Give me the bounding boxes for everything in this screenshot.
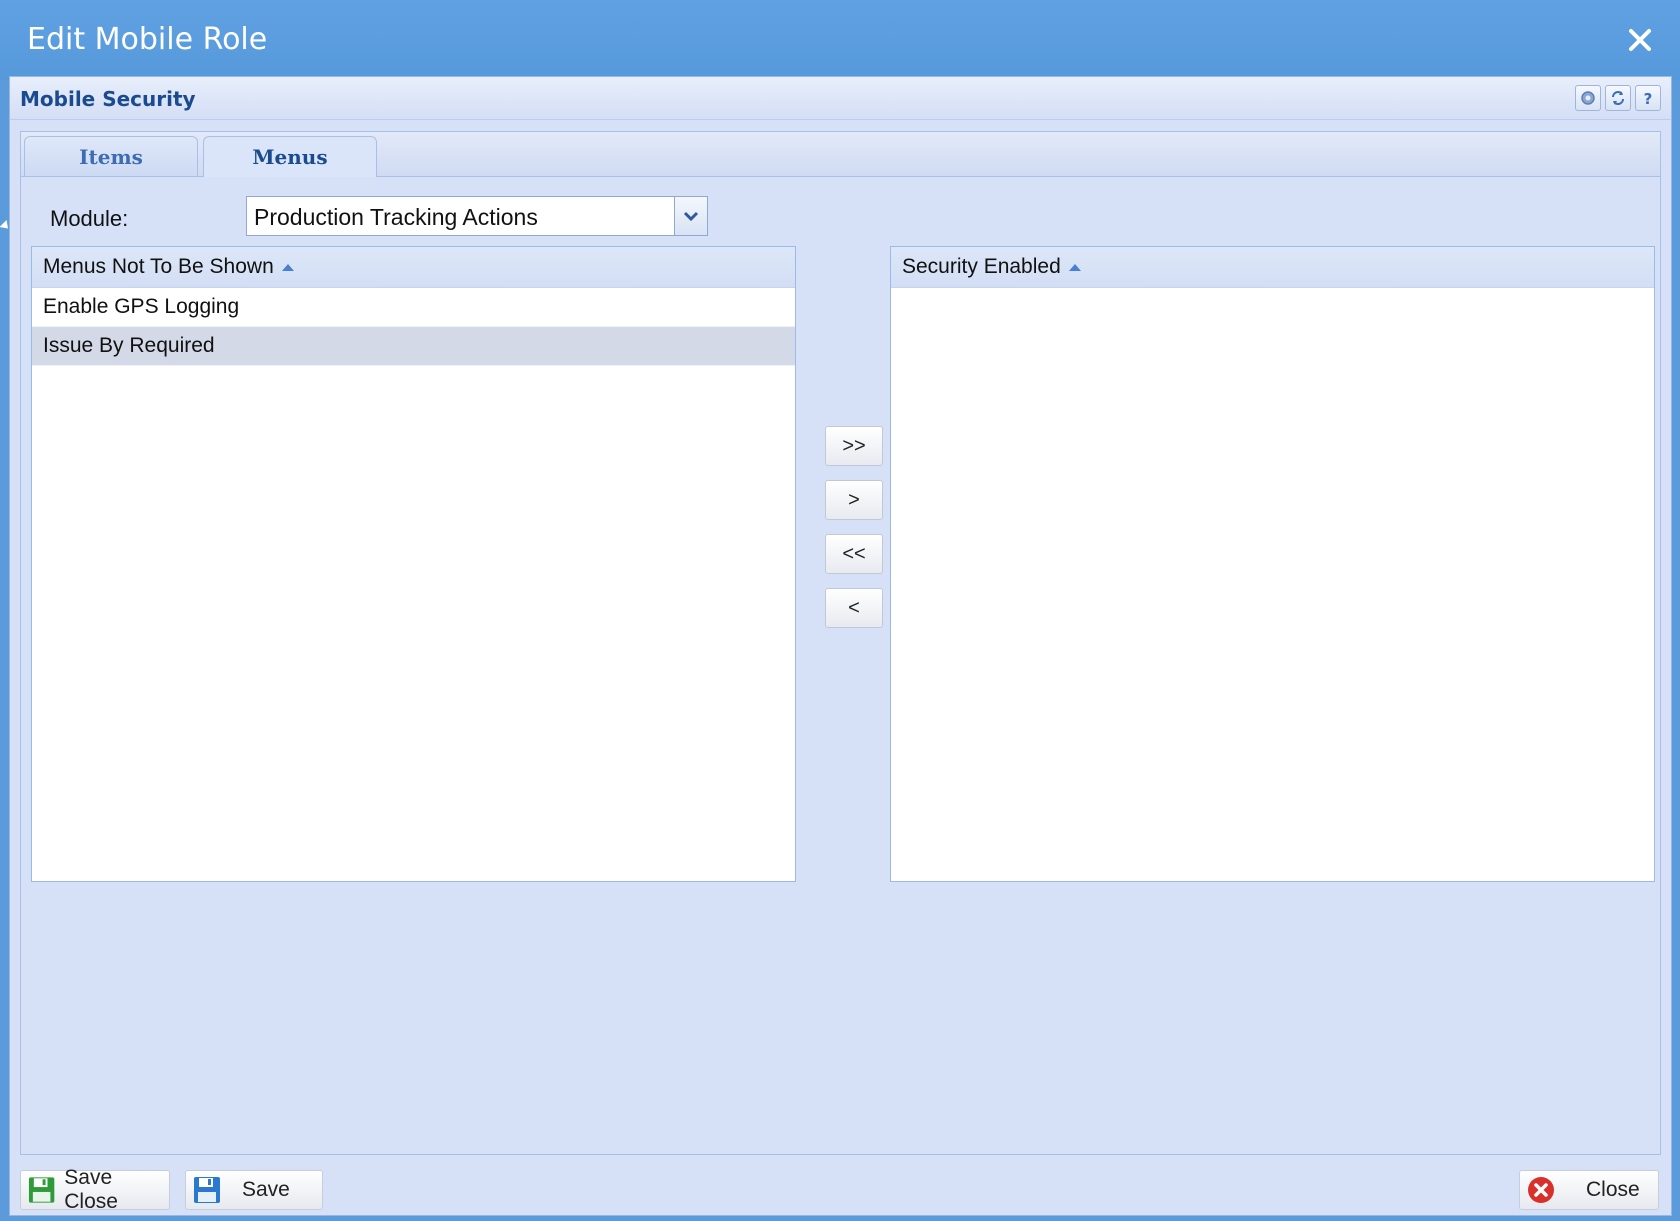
- floppy-disk-icon: [28, 1177, 55, 1203]
- module-select[interactable]: Production Tracking Actions: [246, 196, 708, 236]
- tab-items[interactable]: Items: [24, 136, 198, 176]
- window-title: Edit Mobile Role: [27, 22, 268, 57]
- dialog-frame: Mobile Security ? Items Menus Module: Pr…: [9, 76, 1672, 1216]
- move-all-left-button[interactable]: <<: [825, 534, 883, 574]
- chevron-down-icon: [683, 211, 699, 222]
- close-label: Close: [1586, 1178, 1640, 1201]
- svg-text:?: ?: [1644, 90, 1653, 107]
- security-enabled-header-label: Security Enabled: [902, 255, 1061, 278]
- panel-title: Mobile Security: [20, 87, 196, 111]
- close-icon[interactable]: [1624, 24, 1656, 56]
- module-label: Module:: [50, 206, 129, 231]
- menus-not-shown-grid[interactable]: Menus Not To Be Shown Enable GPS Logging…: [31, 246, 796, 882]
- menus-not-shown-header-label: Menus Not To Be Shown: [43, 255, 274, 278]
- help-button[interactable]: ?: [1635, 85, 1661, 111]
- window-titlebar: Edit Mobile Role: [0, 0, 1680, 80]
- module-select-value: Production Tracking Actions: [254, 204, 538, 230]
- list-item[interactable]: Issue By Required: [32, 327, 795, 366]
- security-enabled-header[interactable]: Security Enabled: [891, 247, 1654, 288]
- help-icon: ?: [1644, 90, 1653, 107]
- move-all-right-button[interactable]: >>: [825, 426, 883, 466]
- move-left-button[interactable]: <: [825, 588, 883, 628]
- gear-button[interactable]: [1575, 85, 1601, 111]
- tab-strip: Items Menus: [21, 132, 1660, 177]
- sort-ascending-icon: [281, 263, 294, 271]
- refresh-button[interactable]: [1605, 85, 1631, 111]
- list-item[interactable]: Enable GPS Logging: [32, 288, 795, 327]
- sort-ascending-icon: [1068, 263, 1081, 271]
- save-close-button[interactable]: Save Close: [20, 1166, 170, 1213]
- module-dropdown-trigger[interactable]: [674, 197, 707, 235]
- close-button[interactable]: Close: [1519, 1170, 1659, 1210]
- move-right-button[interactable]: >: [825, 480, 883, 520]
- refresh-icon: [1612, 91, 1624, 105]
- save-button[interactable]: Save: [185, 1170, 323, 1210]
- dialog-footer: Save Close Save Close: [10, 1162, 1671, 1215]
- gear-icon: [1581, 91, 1595, 105]
- list-item-label: Issue By Required: [43, 334, 215, 357]
- menus-not-shown-header[interactable]: Menus Not To Be Shown: [32, 247, 795, 288]
- floppy-disk-icon: [194, 1177, 220, 1203]
- save-close-label: Save Close: [64, 1166, 118, 1213]
- panel-header: Mobile Security ?: [10, 77, 1671, 120]
- list-item-label: Enable GPS Logging: [43, 295, 240, 318]
- security-enabled-grid[interactable]: Security Enabled: [890, 246, 1655, 882]
- save-label: Save: [242, 1178, 290, 1201]
- tab-panel: Items Menus Module: Production Tracking …: [20, 131, 1661, 1155]
- tab-menus[interactable]: Menus: [203, 136, 377, 177]
- close-circle-icon: [1528, 1177, 1554, 1203]
